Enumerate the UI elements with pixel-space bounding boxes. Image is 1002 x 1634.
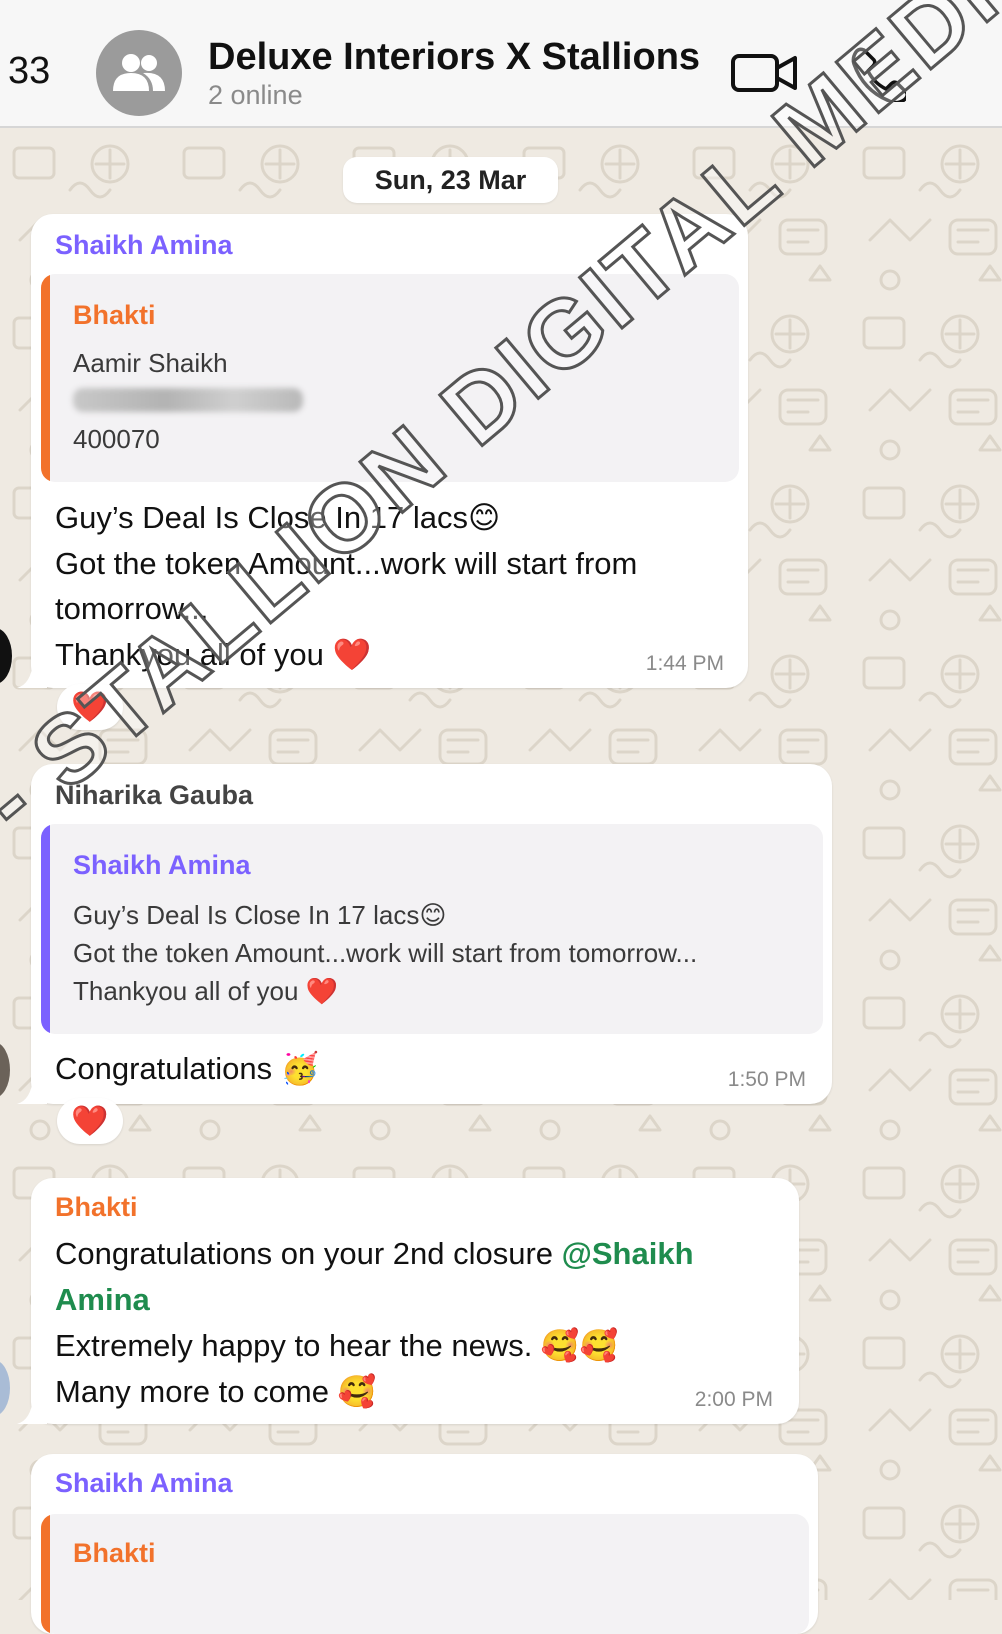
chat-header: 33 Deluxe Interiors X Stallions 2 online bbox=[0, 0, 1002, 128]
date-separator: Sun, 23 Mar bbox=[343, 157, 558, 203]
quote-line: Aamir Shaikh bbox=[73, 348, 228, 378]
quote-sender: Bhakti bbox=[73, 1538, 156, 1568]
quote-line: Guy’s Deal Is Close In 17 lacs😊 bbox=[73, 900, 447, 930]
message-text: Many more to come 🥰 bbox=[55, 1374, 377, 1409]
bubble-tail bbox=[17, 1398, 47, 1424]
message-text: Got the token Amount...work will start f… bbox=[55, 546, 638, 581]
message-time: 1:50 PM bbox=[727, 1068, 806, 1091]
message-time: 1:44 PM bbox=[645, 652, 724, 675]
bubble-tail bbox=[17, 1078, 47, 1104]
message-bubble[interactable]: Niharika Gauba Shaikh Amina Guy’s Deal I… bbox=[17, 764, 832, 1104]
quote-sender: Bhakti bbox=[73, 300, 156, 330]
quote-sender: Shaikh Amina bbox=[73, 850, 251, 880]
mention-link[interactable]: @Shaikh bbox=[562, 1236, 694, 1271]
sender-name[interactable]: Niharika Gauba bbox=[55, 780, 253, 811]
quoted-message[interactable]: Bhakti Aamir Shaikh 400070 bbox=[41, 274, 739, 482]
message-text-part: Congratulations on your 2nd closure bbox=[55, 1236, 562, 1271]
message-text: tomorrow... bbox=[55, 591, 209, 626]
message-text: Thankyou all of you ❤️ bbox=[55, 637, 372, 672]
message-text: Guy’s Deal Is Close In 17 lacs😊 bbox=[55, 500, 501, 535]
sender-name[interactable]: Bhakti bbox=[55, 1192, 138, 1223]
quoted-message[interactable]: Bhakti bbox=[41, 1514, 809, 1634]
mention-link[interactable]: Amina bbox=[55, 1282, 150, 1318]
quote-accent-bar bbox=[41, 274, 50, 482]
voice-call-button[interactable] bbox=[850, 46, 909, 105]
message-time: 2:00 PM bbox=[694, 1388, 773, 1411]
quoted-message[interactable]: Shaikh Amina Guy’s Deal Is Close In 17 l… bbox=[41, 824, 823, 1034]
quote-line: Thankyou all of you ❤️ bbox=[73, 976, 339, 1006]
group-avatar[interactable] bbox=[96, 30, 182, 116]
bubble-tail bbox=[17, 662, 47, 688]
online-status: 2 online bbox=[208, 80, 303, 110]
quote-accent-bar bbox=[41, 1514, 50, 1634]
blurred-phone-number bbox=[73, 388, 303, 412]
back-unread-count[interactable]: 33 bbox=[8, 50, 50, 93]
video-call-button[interactable] bbox=[730, 48, 800, 98]
phone-icon bbox=[851, 47, 909, 105]
message-text: Extremely happy to hear the news. 🥰🥰 bbox=[55, 1328, 619, 1363]
quote-accent-bar bbox=[41, 824, 50, 1034]
video-camera-icon bbox=[731, 54, 797, 92]
quote-line: 400070 bbox=[73, 424, 160, 454]
heart-reaction[interactable]: ❤️ bbox=[57, 1098, 123, 1144]
message-bubble[interactable]: Shaikh Amina Bhakti bbox=[31, 1454, 818, 1634]
sender-name[interactable]: Shaikh Amina bbox=[55, 230, 233, 261]
message-text: Congratulations 🥳 bbox=[55, 1051, 320, 1086]
group-icon bbox=[113, 54, 165, 91]
heart-reaction[interactable]: ❤️ bbox=[57, 684, 123, 730]
message-bubble[interactable]: Shaikh Amina Bhakti Aamir Shaikh 400070 … bbox=[17, 214, 748, 688]
quote-line: Got the token Amount...work will start f… bbox=[73, 938, 698, 968]
message-bubble[interactable]: Bhakti Congratulations on your 2nd closu… bbox=[17, 1178, 799, 1424]
sender-name[interactable]: Shaikh Amina bbox=[55, 1468, 233, 1499]
chat-title[interactable]: Deluxe Interiors X Stallions bbox=[208, 36, 700, 79]
message-text: Congratulations on your 2nd closure @Sha… bbox=[55, 1236, 694, 1272]
